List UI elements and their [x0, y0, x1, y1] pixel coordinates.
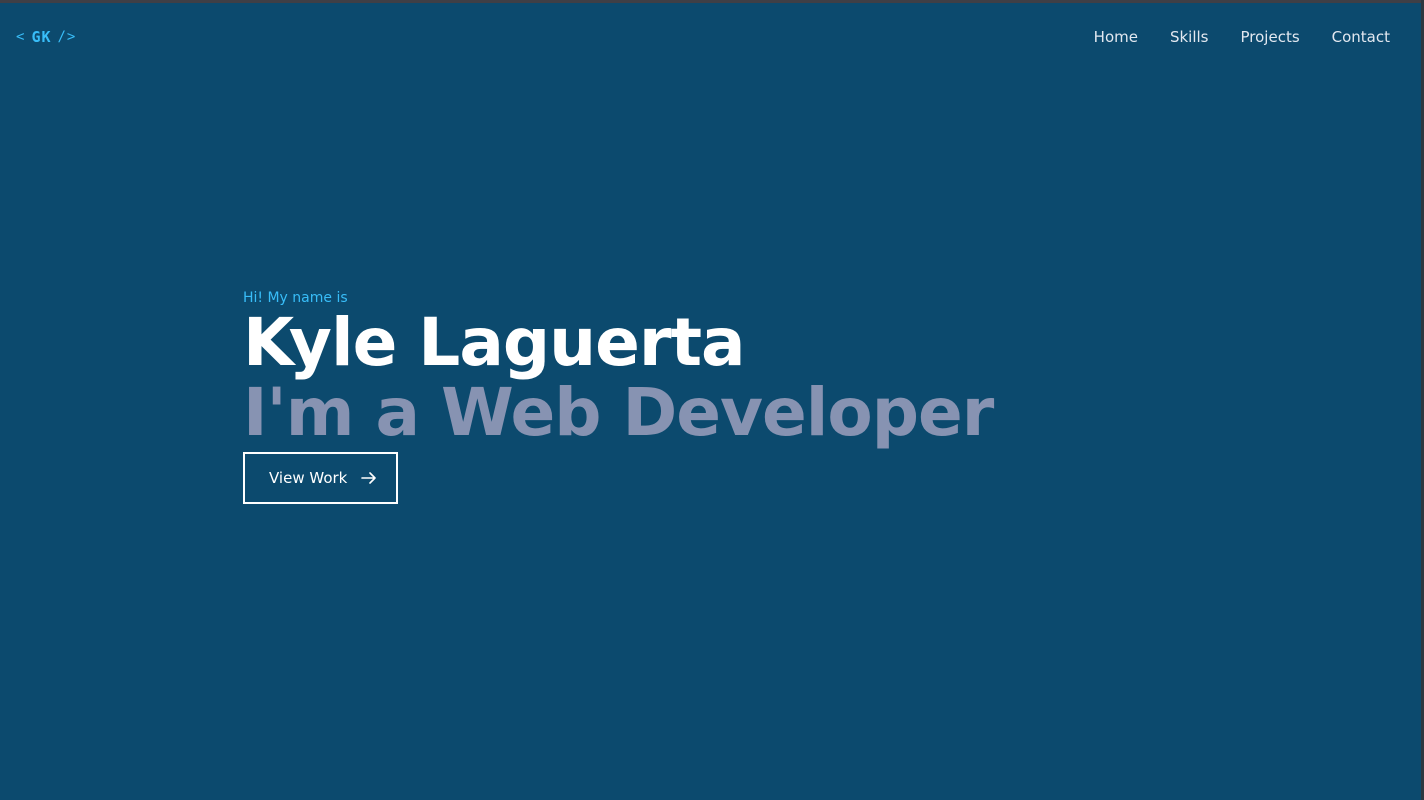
view-work-label: View Work: [269, 469, 348, 487]
view-work-button[interactable]: View Work: [243, 452, 398, 504]
logo-initials: GK: [31, 28, 52, 46]
nav-contact[interactable]: Contact: [1332, 28, 1390, 46]
arrow-right-icon: [361, 472, 377, 484]
logo-close-bracket: />: [57, 29, 77, 45]
nav-home[interactable]: Home: [1094, 28, 1138, 46]
hero-role: I'm a Web Developer: [243, 374, 994, 451]
hero-section: Hi! My name is Kyle Laguerta I'm a Web D…: [243, 288, 994, 504]
site-logo[interactable]: < GK />: [16, 28, 76, 46]
nav-skills[interactable]: Skills: [1170, 28, 1209, 46]
hero-name: Kyle Laguerta: [243, 304, 746, 381]
nav-projects[interactable]: Projects: [1241, 28, 1300, 46]
logo-open-bracket: <: [16, 29, 26, 45]
window-top-border: [0, 0, 1424, 3]
main-nav: Home Skills Projects Contact: [1094, 28, 1390, 46]
